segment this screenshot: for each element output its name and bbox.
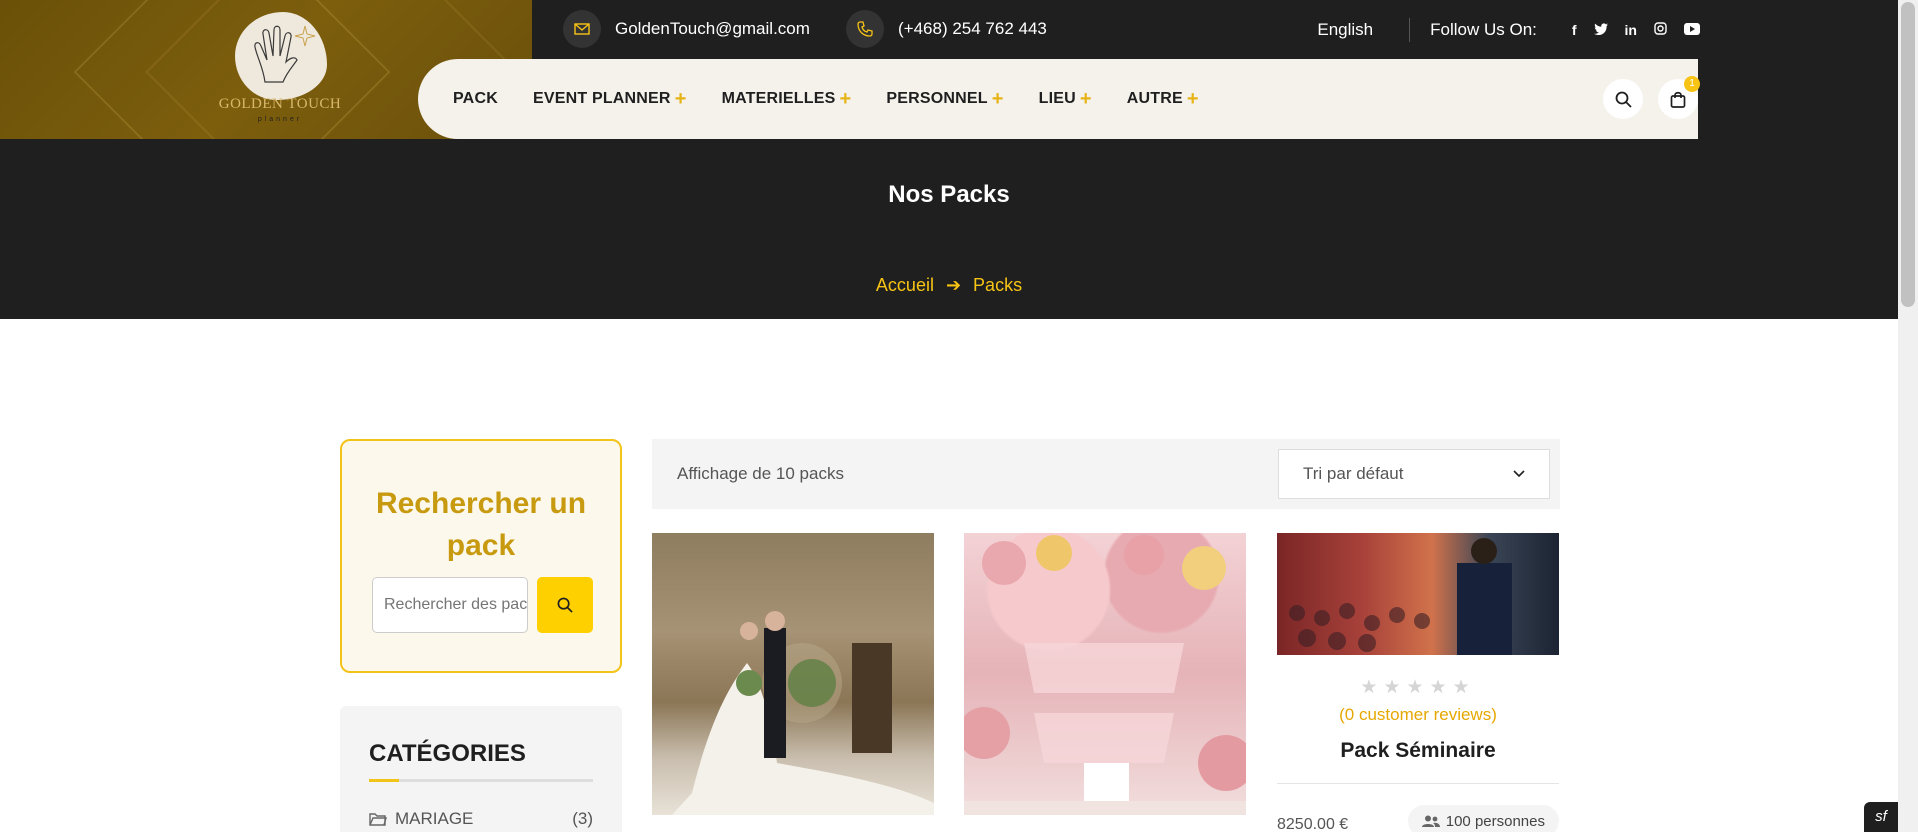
email-contact[interactable]: GoldenTouch@gmail.com [563,10,810,48]
listing-toolbar: Affichage de 10 packs Tri par défaut [652,439,1560,509]
category-name: MARIAGE [395,809,474,828]
chevron-down-icon [1513,470,1525,478]
nav-item-personnel[interactable]: PERSONNEL + [886,88,1004,110]
capacity-text: 100 personnes [1445,812,1545,830]
product-price: 8250.00 € [1277,816,1349,832]
nav-actions: 1 [1588,76,1700,119]
category-item[interactable]: MARIAGE (3) [369,809,593,829]
wedding-photo[interactable] [652,533,934,815]
plus-icon: + [674,88,687,110]
cart-count-badge: 1 [1684,76,1700,92]
search-widget: Rechercher un pack [340,439,622,673]
sort-value: Tri par défaut [1303,464,1404,483]
youtube-icon[interactable] [1684,22,1700,38]
product-title[interactable]: Pack Séminaire [1277,739,1559,763]
search-icon [1615,91,1632,108]
follow-label: Follow Us On: [1430,20,1537,39]
folder-icon [369,813,387,826]
categories-title: CATÉGORIES [369,740,526,767]
nav-item-event-planner[interactable]: EVENT PLANNER + [533,88,687,110]
site-header: GOLDEN TOUCH planner GoldenTouch@gmail.c… [0,0,1898,139]
language-selector[interactable]: English [1317,18,1411,42]
nav-item-pack[interactable]: PACK [453,90,498,108]
nav-item-autre[interactable]: AUTRE + [1127,88,1199,110]
plus-icon: + [991,88,1004,110]
product-card[interactable] [964,533,1246,832]
breadcrumb-current: Packs [973,275,1023,295]
rating-stars: ★★★★★ [1360,677,1476,698]
breadcrumb: Accueil ➔ Packs [0,275,1898,296]
search-widget-title: Rechercher un pack [375,487,587,562]
linkedin-icon[interactable]: in [1625,22,1637,38]
logo-subtitle: planner [257,116,303,123]
reviews-link[interactable]: (0 customer reviews) [1277,705,1559,725]
search-button[interactable] [1603,79,1643,119]
result-count: Affichage de 10 packs [677,464,844,483]
nav-item-materielles[interactable]: MATERIELLES + [722,88,852,110]
sort-select[interactable]: Tri par défaut [1278,449,1550,499]
instagram-icon[interactable] [1654,22,1667,38]
search-input[interactable] [372,577,528,633]
social-links: f in [1555,22,1700,38]
topbar-right: English Follow Us On: f in [1317,18,1700,42]
product-card[interactable]: ★★★★★ (0 customer reviews) Pack Séminair… [1277,533,1559,832]
logo-name: GOLDEN TOUCH [218,96,342,112]
card-divider [1277,783,1559,784]
page: GOLDEN TOUCH planner GoldenTouch@gmail.c… [0,0,1918,832]
page-scrollbar[interactable] [1898,0,1918,832]
plus-icon: + [1079,88,1092,110]
phone-contact[interactable]: (+468) 254 762 443 [846,10,1047,48]
seminar-photo[interactable] [1277,533,1559,655]
product-card[interactable] [652,533,934,832]
cart-button[interactable]: 1 [1658,76,1700,119]
main-nav: PACK EVENT PLANNER + MATERIELLES + PERSONN… [418,59,1700,139]
plus-icon: + [1186,88,1199,110]
envelope-icon [563,10,601,48]
breadcrumb-home[interactable]: Accueil [876,275,934,296]
facebook-icon[interactable]: f [1572,22,1577,38]
category-count: (3) [572,809,593,828]
search-icon [557,597,573,613]
capacity-badge: 100 personnes [1407,805,1559,832]
phone-icon [846,10,884,48]
page-banner: Nos Packs Accueil ➔ Packs [0,139,1898,319]
logo[interactable]: GOLDEN TOUCH planner [205,8,355,130]
search-submit-button[interactable] [537,577,593,633]
arrow-right-icon: ➔ [945,275,962,295]
page-title: Nos Packs [888,181,1010,208]
birthday-photo[interactable] [964,533,1246,815]
shopping-bag-icon [1670,91,1686,108]
scrollbar-thumb[interactable] [1901,2,1915,307]
phone-text: (+468) 254 762 443 [898,19,1047,38]
twitter-icon[interactable] [1593,22,1608,38]
symfony-debug-icon[interactable]: sf [1864,802,1898,832]
categories-widget: CATÉGORIES MARIAGE (3) [340,706,622,832]
title-underline [369,779,593,782]
plus-icon: + [839,88,852,110]
email-text: GoldenTouch@gmail.com [615,19,810,38]
users-icon [1421,815,1440,827]
nav-item-lieu[interactable]: LIEU + [1039,88,1092,110]
logo-hand-emblem [235,12,327,100]
